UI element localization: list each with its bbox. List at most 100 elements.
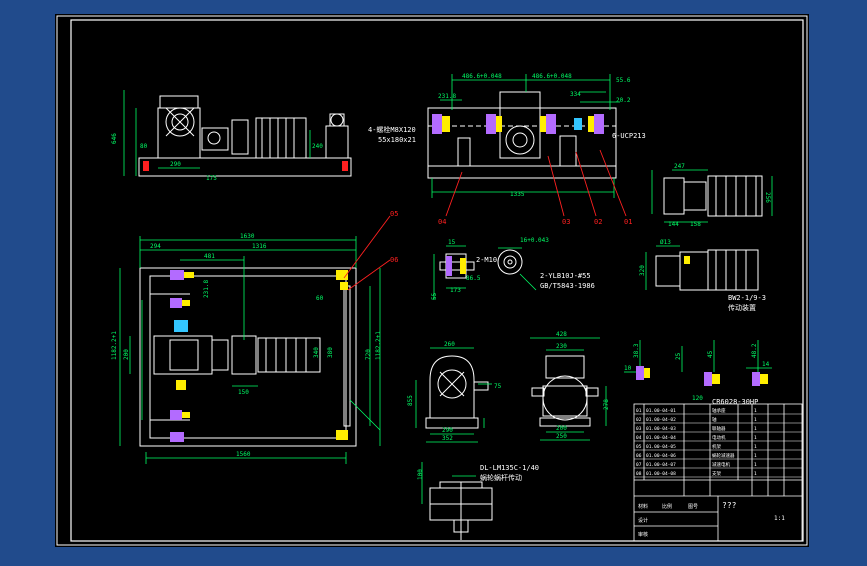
leader-01: 01 bbox=[624, 218, 632, 226]
shaft-mid-label: 2-M10 bbox=[476, 256, 497, 264]
cad-viewport: 01 01.00-04-01 轴承座 1 02 01.00-04-02 轴 1 03 01.00-… bbox=[0, 0, 867, 562]
dim-d13: Ø13 bbox=[660, 239, 671, 246]
bearing-label: 6-UCP213 bbox=[612, 132, 646, 140]
dim-340: 340 bbox=[313, 347, 320, 358]
dim-240-top: 240 bbox=[312, 143, 323, 150]
leader-02: 02 bbox=[594, 218, 602, 226]
footer-5: 审核 bbox=[638, 531, 648, 538]
title-block-cell: 1 bbox=[754, 453, 757, 459]
title-block-cell: 联轴器 bbox=[712, 425, 726, 432]
title-block-cell: 05 bbox=[636, 444, 642, 450]
dim-290-top: 290 bbox=[170, 161, 181, 168]
title-block-cell: 08 bbox=[636, 471, 642, 477]
worm-sub: 蜗轮蜗杆传动 bbox=[480, 473, 522, 482]
dim-1560: 1560 bbox=[236, 451, 251, 458]
dim-158: 158 bbox=[690, 221, 701, 228]
dim-80: 80 bbox=[140, 143, 148, 150]
dim-294: 294 bbox=[150, 243, 161, 250]
title-block-cell: 减速电机 bbox=[712, 461, 730, 468]
title-block-cell: 01.00-04-06 bbox=[646, 453, 676, 459]
dim-230: 230 bbox=[556, 343, 567, 350]
dim-1335: 1335 bbox=[510, 191, 525, 198]
title-block-cell: 蜗轮减速器 bbox=[712, 452, 735, 459]
dim-290-side: 290 bbox=[442, 427, 453, 434]
dim-320: 320 bbox=[639, 265, 646, 276]
dim-r60: 60 bbox=[316, 295, 324, 302]
title-block-cell: 07 bbox=[636, 462, 642, 468]
title-block-cell: 01.00-04-05 bbox=[646, 444, 676, 450]
dim-1630: 1630 bbox=[240, 233, 255, 240]
motor2-sub: 传动装置 bbox=[728, 303, 756, 312]
dim-55-shaft: 55 bbox=[431, 292, 438, 300]
cad-drawing: 01 01.00-04-01 轴承座 1 02 01.00-04-02 轴 1 03 01.00-… bbox=[55, 14, 809, 547]
dim-1182-left: 1182.2+1 bbox=[111, 331, 118, 360]
title-block-cell: 01 bbox=[636, 408, 642, 414]
title-block-cell: 1 bbox=[754, 435, 757, 441]
title-block-cell: 01.00-04-04 bbox=[646, 435, 676, 441]
dim-38-3: 38.3 bbox=[633, 343, 640, 358]
standard-label: GB/T5843-1986 bbox=[540, 282, 595, 290]
title-block-cell: 1 bbox=[754, 444, 757, 450]
bolt-sub-label: 55x180x21 bbox=[378, 136, 416, 144]
motor2-model: BW2-1/9-3 bbox=[728, 294, 766, 302]
dim-75: 75 bbox=[494, 383, 502, 390]
title-block-cell: 1 bbox=[754, 462, 757, 468]
title-block-cell: 支架 bbox=[712, 470, 721, 477]
dim-15: 15 bbox=[448, 239, 456, 246]
dim-380: 380 bbox=[327, 347, 334, 358]
title-block-cell: 03 bbox=[636, 426, 642, 432]
dim-256: 256 bbox=[764, 192, 771, 203]
title-main: ??? bbox=[722, 501, 737, 510]
title-block-cell: 轴承座 bbox=[712, 407, 726, 414]
footer-4: 设计 bbox=[638, 517, 648, 524]
dim-855: 855 bbox=[407, 395, 414, 406]
dim-1316: 1316 bbox=[252, 243, 267, 250]
dim-334: 334 bbox=[570, 91, 581, 98]
title-block-cell: 1 bbox=[754, 417, 757, 423]
title-block-cell: 01.00-04-01 bbox=[646, 408, 676, 414]
title-block-cell: 机架 bbox=[712, 443, 721, 450]
dim-486-b: 486.6+0.048 bbox=[532, 73, 572, 80]
dim-231-8-plan: 231.8 bbox=[203, 280, 210, 298]
dim-100: 100 bbox=[417, 469, 424, 480]
dim-200-front: 200 bbox=[556, 425, 567, 432]
coupling-model: CR6028-30HP bbox=[712, 398, 758, 406]
dim-260: 260 bbox=[444, 341, 455, 348]
dim-25: 25 bbox=[675, 352, 682, 360]
title-block-cell: 02 bbox=[636, 417, 642, 423]
footer-2: 比例 bbox=[662, 503, 672, 510]
title-block-cell: 01.00-04-03 bbox=[646, 426, 676, 432]
key-spec-label: 2-YLB10J-#55 bbox=[540, 272, 591, 280]
footer-1: 材料 bbox=[638, 503, 648, 510]
leader-04: 04 bbox=[438, 218, 446, 226]
title-block-cell: 01.00-04-02 bbox=[646, 417, 676, 423]
dim-231-8: 231.8 bbox=[438, 93, 456, 100]
title-block-cell: 01.00-04-08 bbox=[646, 471, 676, 477]
dim-48-2: 48.2 bbox=[751, 343, 758, 358]
dim-250: 250 bbox=[556, 433, 567, 440]
title-block-cell: 01.00-04-07 bbox=[646, 462, 676, 468]
dim-173: 173 bbox=[450, 287, 461, 294]
footer-3: 图号 bbox=[688, 504, 698, 510]
dim-20-2: 20.2 bbox=[616, 97, 631, 104]
leader-03: 03 bbox=[562, 218, 570, 226]
title-block-cell: 04 bbox=[636, 435, 642, 441]
title-block-cell: 1 bbox=[754, 426, 757, 432]
dim-720: 720 bbox=[365, 349, 372, 360]
dim-481: 481 bbox=[204, 253, 215, 260]
dim-486-a: 486.6+0.048 bbox=[462, 73, 502, 80]
dim-150: 150 bbox=[238, 389, 249, 396]
leader-06: 06 bbox=[390, 256, 398, 264]
dim-200: 200 bbox=[123, 349, 130, 360]
title-block-cell: 电动机 bbox=[712, 434, 726, 441]
title-scale: 1:1 bbox=[774, 515, 785, 522]
dim-247: 247 bbox=[674, 163, 685, 170]
drawing-sheet bbox=[55, 14, 809, 547]
dim-175: 175 bbox=[206, 175, 217, 182]
dim-144: 144 bbox=[668, 221, 679, 228]
title-block-cell: 1 bbox=[754, 471, 757, 477]
dim-646: 646 bbox=[111, 133, 118, 144]
dim-45: 45 bbox=[707, 350, 714, 358]
dim-55-6: 55.6 bbox=[616, 77, 631, 84]
dim-86-5: 86.5 bbox=[466, 275, 481, 282]
